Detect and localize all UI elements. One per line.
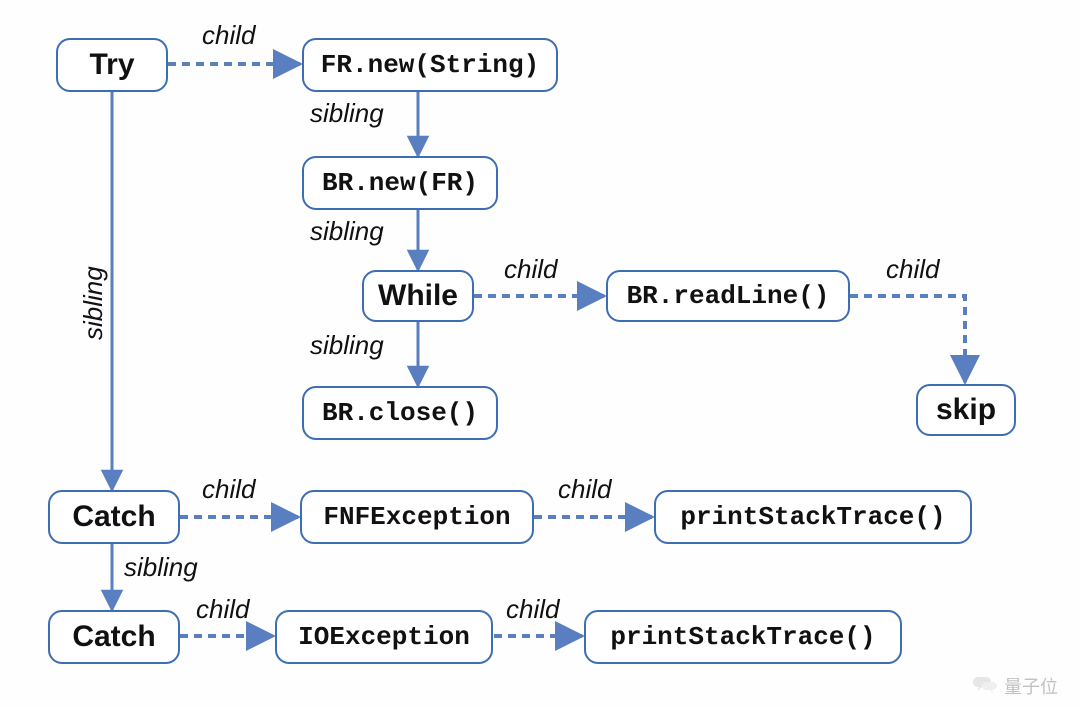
edge-label-sibling: sibling [310,98,384,129]
edge-label-child: child [504,254,557,285]
watermark: 量子位 [972,673,1058,699]
chat-icon [972,675,998,697]
edge-label-child: child [196,594,249,625]
node-printstacktrace-2: printStackTrace() [584,610,902,664]
node-printstacktrace-1: printStackTrace() [654,490,972,544]
edge-label-sibling: sibling [310,330,384,361]
watermark-text: 量子位 [1004,673,1058,699]
edge-label-sibling: sibling [124,552,198,583]
node-br-new: BR.new(FR) [302,156,498,210]
node-fr-new: FR.new(String) [302,38,558,92]
edge-label-child: child [558,474,611,505]
node-fnfexception: FNFException [300,490,534,544]
node-catch-1: Catch [48,490,180,544]
node-try: Try [56,38,168,92]
node-skip: skip [916,384,1016,436]
node-br-readline: BR.readLine() [606,270,850,322]
edge-label-child: child [202,20,255,51]
edge-label-sibling: sibling [78,266,109,340]
node-catch-2: Catch [48,610,180,664]
edge-label-child: child [886,254,939,285]
node-br-close: BR.close() [302,386,498,440]
edge-label-sibling: sibling [310,216,384,247]
edge-label-child: child [202,474,255,505]
edge-label-child: child [506,594,559,625]
node-while: While [362,270,474,322]
node-ioexception: IOException [275,610,493,664]
